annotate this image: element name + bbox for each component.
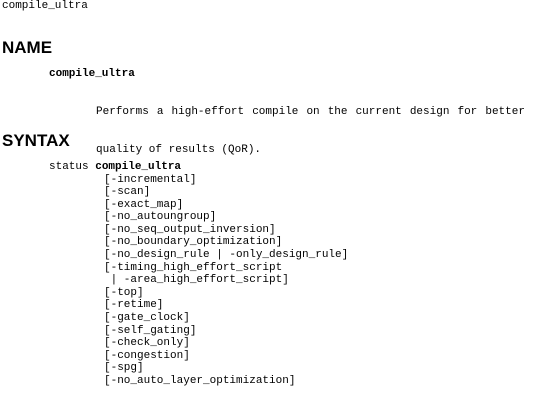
command-name: compile_ultra: [49, 68, 135, 80]
syntax-option: [-no_autoungroup]: [104, 211, 217, 224]
syntax-option: [-gate_clock]: [104, 312, 190, 325]
syntax-option: [-no_boundary_optimization]: [104, 236, 283, 249]
syntax-section-title: SYNTAX: [2, 131, 70, 150]
syntax-option: [-no_auto_layer_optimization]: [104, 375, 296, 387]
description-line-1: Performs a high-effort compile on the current d…: [96, 106, 525, 119]
syntax-command-name: compile_ultra: [95, 161, 182, 173]
return-type: status: [49, 161, 89, 173]
description-line-2: quality of results (QoR).: [96, 143, 262, 156]
syntax-option: | -area_high_effort_script]: [104, 274, 289, 287]
syntax-options-list: [-incremental] [-scan] [-exact_map] [-no_au…: [104, 174, 348, 388]
description-word: high-effort: [171, 106, 245, 119]
description-word: design: [409, 106, 450, 119]
description-word: on: [306, 106, 320, 119]
description-word: a: [156, 106, 164, 119]
syntax-option: [-scan]: [104, 186, 151, 199]
syntax-option: [-self_gating]: [104, 324, 197, 337]
syntax-signature: status compile_ultra: [49, 161, 181, 174]
syntax-option: [-spg]: [104, 362, 144, 375]
syntax-option: [-retime]: [104, 299, 164, 312]
description-word: the: [327, 106, 348, 119]
command-description: Performs a high-effort compile on the current d…: [96, 81, 526, 169]
syntax-option: [-no_design_rule | -only_design_rule]: [104, 249, 349, 262]
syntax-option: [-no_seq_output_inversion]: [104, 223, 276, 236]
syntax-option: [-incremental]: [104, 173, 197, 186]
page-header-topic: compile_ultra: [2, 0, 88, 12]
syntax-option: [-top]: [104, 286, 144, 299]
name-section-title: NAME: [2, 38, 53, 57]
description-word: for: [457, 106, 478, 119]
syntax-option: [-congestion]: [104, 349, 190, 362]
description-word: current: [355, 106, 402, 119]
syntax-option: [-check_only]: [104, 337, 190, 350]
description-word: Performs: [96, 106, 149, 119]
syntax-option: [-exact_map]: [104, 198, 184, 211]
description-word: compile: [252, 106, 299, 119]
syntax-option: [-timing_high_effort_script: [104, 261, 283, 274]
description-word: better: [485, 106, 525, 119]
